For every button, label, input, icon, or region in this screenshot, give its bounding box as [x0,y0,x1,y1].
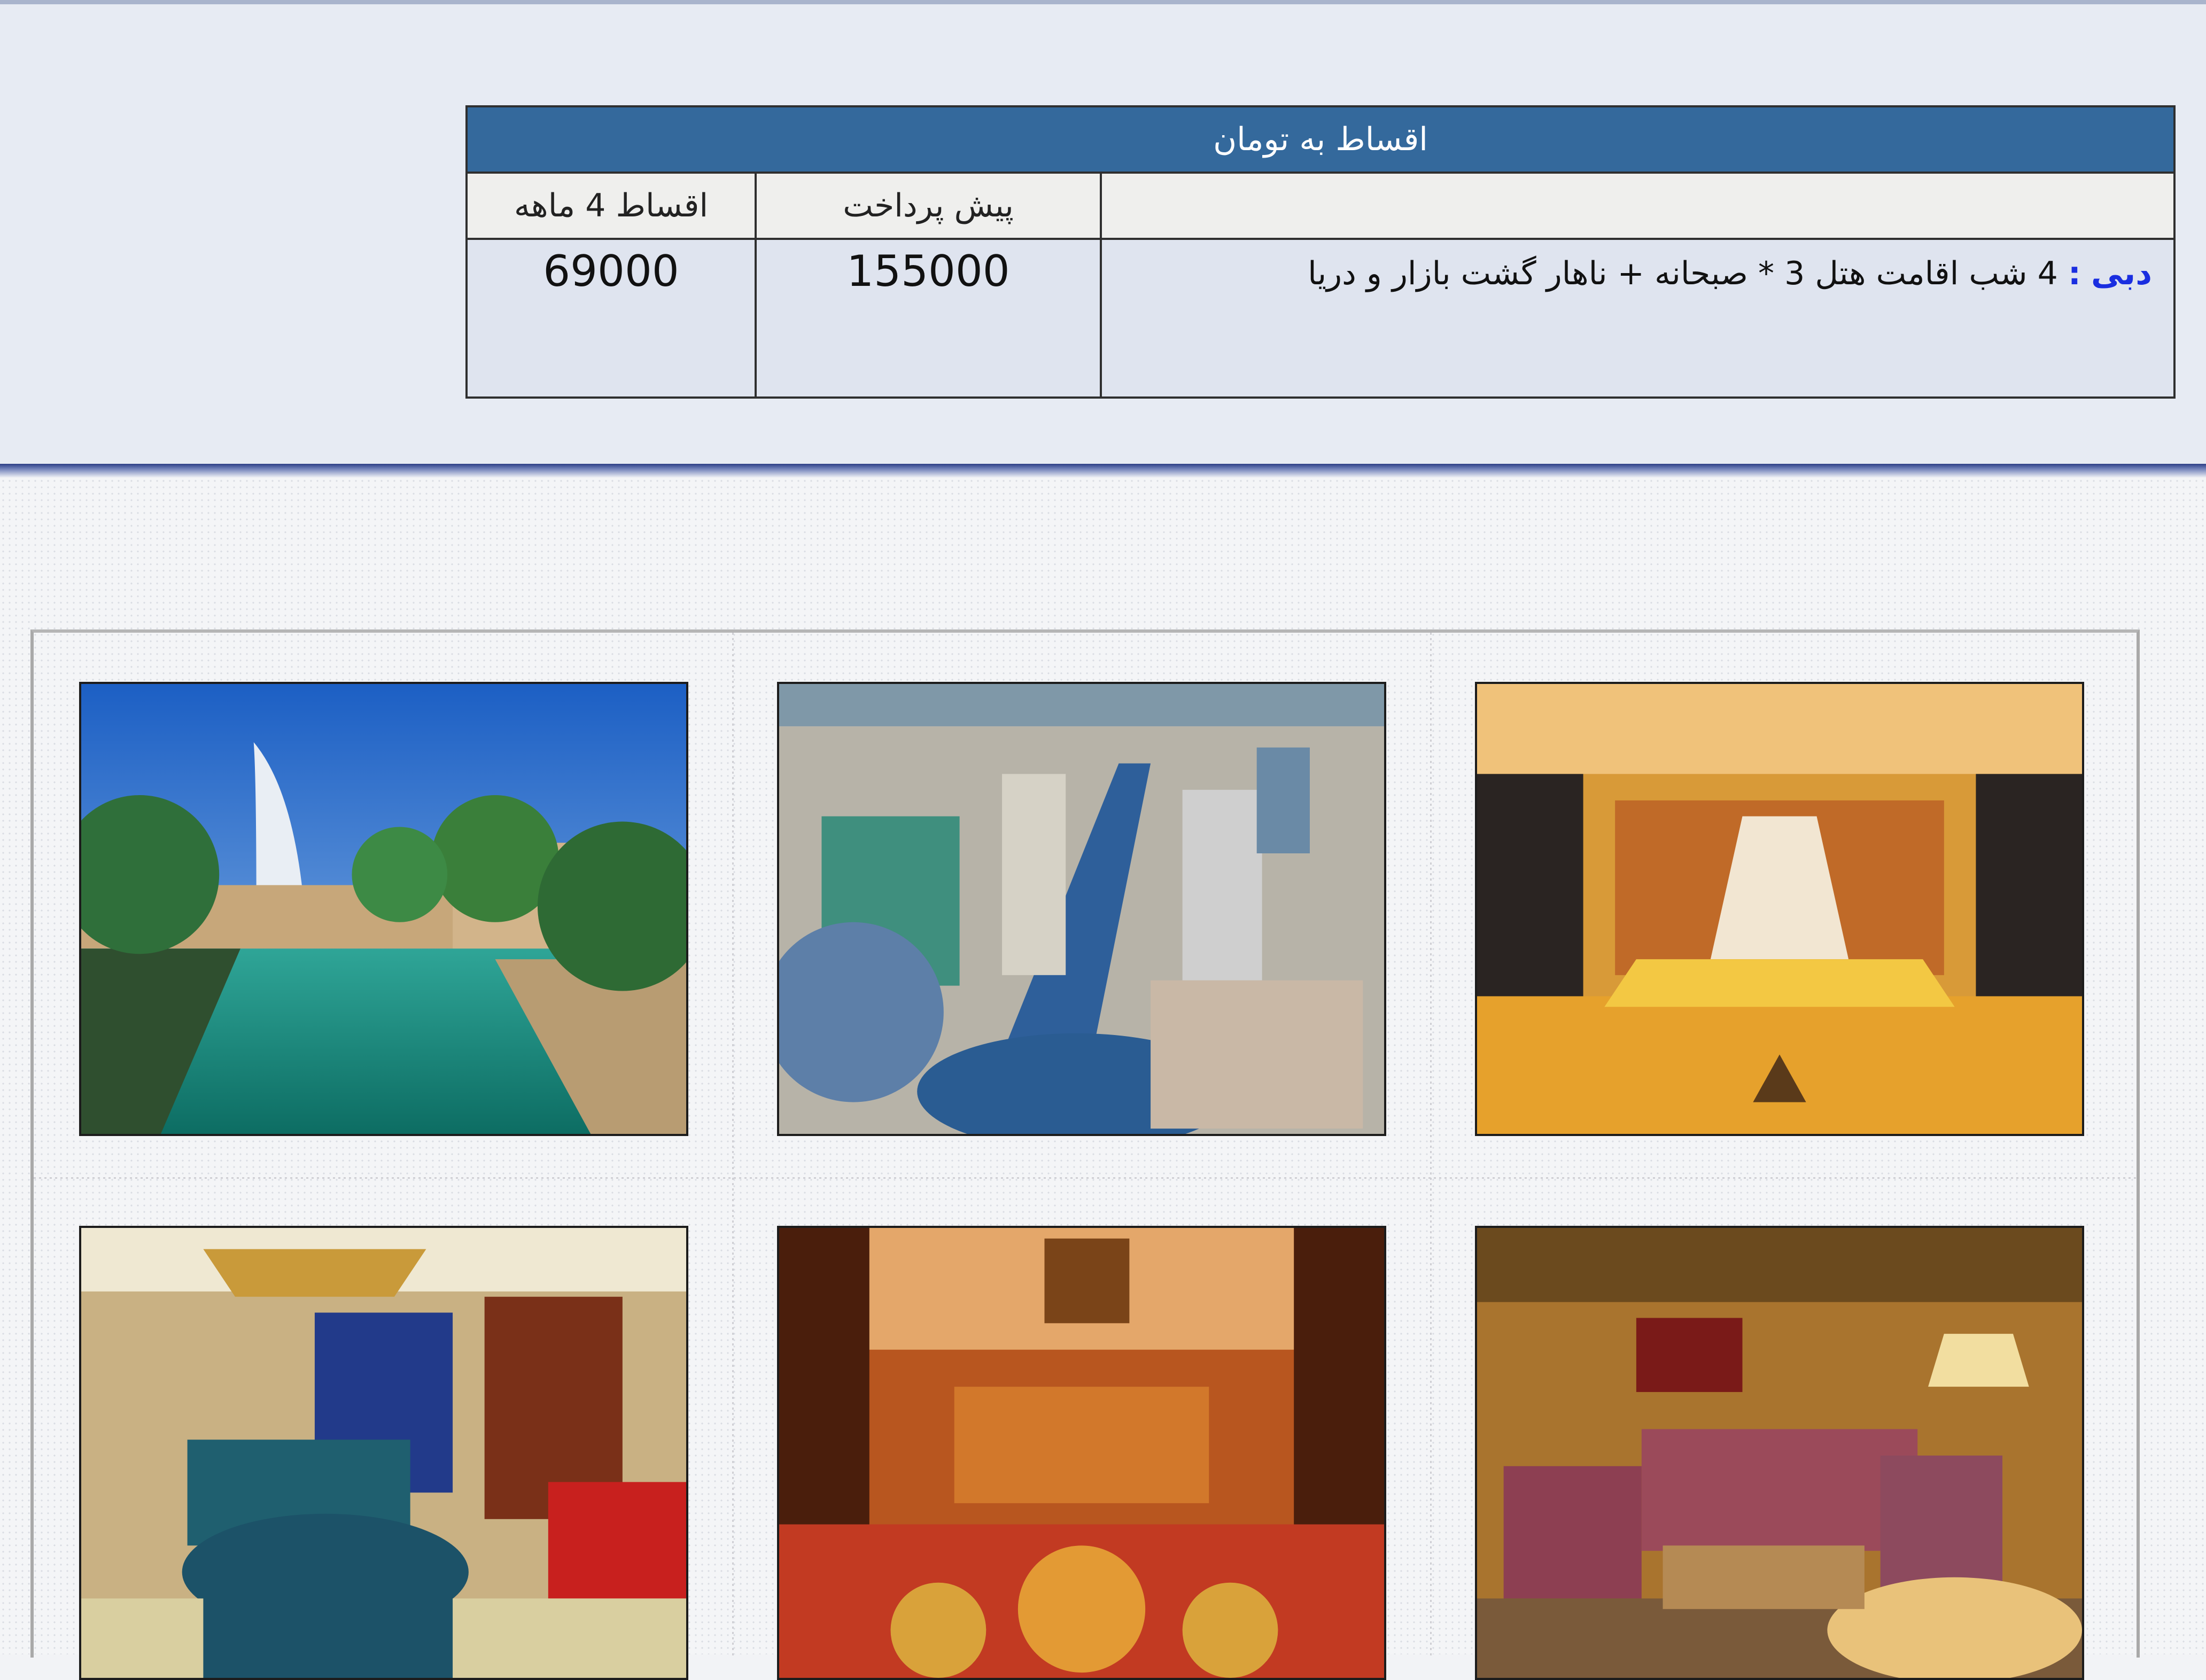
destination-separator: : [2068,255,2081,292]
prepayment-value: 155000 [755,238,1102,399]
gallery-divider [732,633,734,1658]
destination-link[interactable]: دبی [2091,255,2152,292]
description-header [1100,172,2176,240]
lounge-room-photo[interactable] [1475,1226,2084,1680]
package-description: 4 شب اقامت هتل 3 * صبحانه + ناهار گشت با… [1308,255,2058,292]
installments-table: اقساط به تومان پیش پرداخت اقساط 4 ماهه د… [465,105,2176,399]
hotel-lobby-photo[interactable] [1475,682,2084,1136]
gallery-divider [1430,633,1432,1658]
package-description-cell: دبی : 4 شب اقامت هتل 3 * صبحانه + ناهار … [1100,238,2176,399]
installments-title: اقساط به تومان [465,105,2176,174]
city-canal-aerial-photo[interactable] [777,682,1386,1136]
installment-value: 69000 [465,238,757,399]
installment-header: اقساط 4 ماهه [465,172,757,240]
bedroom-suite-photo[interactable] [79,1226,688,1680]
gallery-divider [34,1177,2137,1179]
canal-palace-photo[interactable] [79,682,688,1136]
band-divider [0,464,2206,478]
photo-gallery [30,629,2140,1680]
prepayment-header: پیش پرداخت [755,172,1102,240]
dining-hall-photo[interactable] [777,1226,1386,1680]
